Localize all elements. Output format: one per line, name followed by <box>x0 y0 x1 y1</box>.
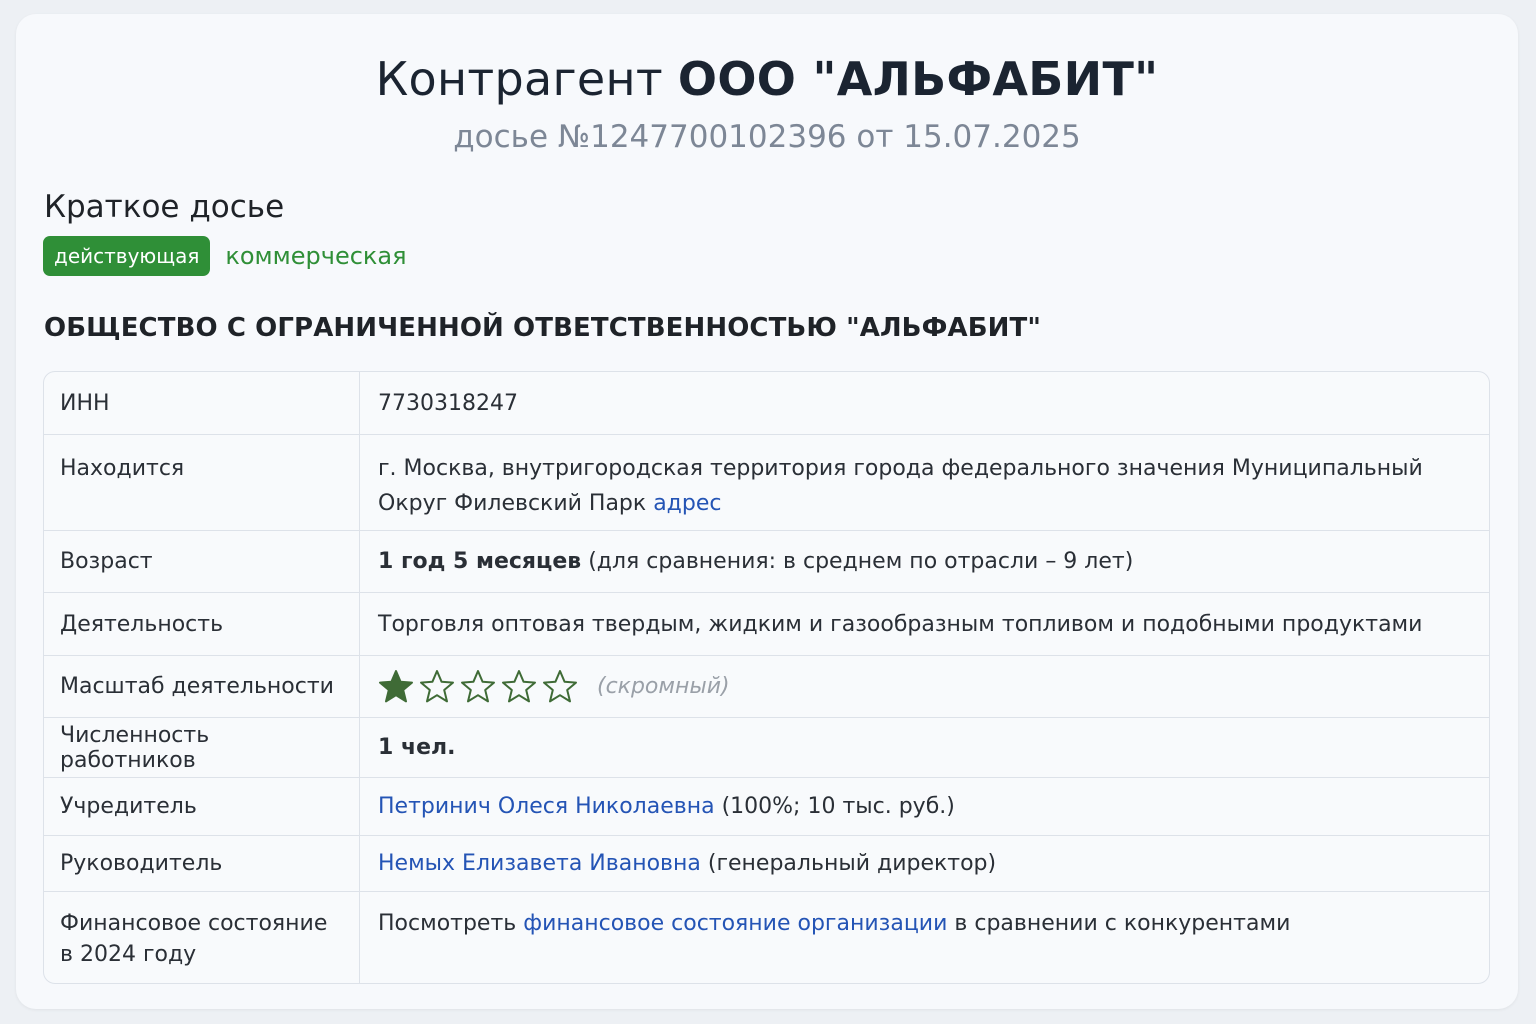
scale-note: (скромный) <box>597 674 730 699</box>
title-prefix: Контрагент <box>375 52 663 106</box>
table-row-founder: Учредитель Петринич Олеся Николаевна (10… <box>44 777 1489 835</box>
section-title: Краткое досье <box>44 189 285 225</box>
age-value: 1 год 5 месяцев (для сравнения: в средне… <box>360 531 1489 592</box>
table-row-staff: Численность работников 1 чел. <box>44 717 1489 777</box>
staff-value: 1 чел. <box>378 735 456 760</box>
page-title: Контрагент ООО "АЛЬФАБИТ" <box>16 50 1518 108</box>
address-link[interactable]: адрес <box>653 491 721 516</box>
location-label: Находится <box>44 435 360 530</box>
info-table: ИНН 7730318247 Находится г. Москва, внут… <box>43 371 1490 984</box>
location-value: г. Москва, внутригородская территория го… <box>360 435 1489 530</box>
age-label: Возраст <box>44 531 360 592</box>
founder-value: Петринич Олеся Николаевна (100%; 10 тыс.… <box>360 778 1489 835</box>
table-row-inn: ИНН 7730318247 <box>44 372 1489 434</box>
staff-label: Численность работников <box>44 718 360 777</box>
head-value: Немых Елизавета Ивановна (генеральный ди… <box>360 836 1489 891</box>
head-link[interactable]: Немых Елизавета Ивановна <box>378 851 701 876</box>
scale-label: Масштаб деятельности <box>44 656 360 717</box>
founder-label: Учредитель <box>44 778 360 835</box>
table-row-head: Руководитель Немых Елизавета Ивановна (г… <box>44 835 1489 891</box>
inn-value: 7730318247 <box>378 390 518 416</box>
company-short-name: ООО "АЛЬФАБИТ" <box>677 52 1159 106</box>
finance-value: Посмотреть финансовое состояние организа… <box>360 892 1489 983</box>
type-label: коммерческая <box>225 242 407 270</box>
star-empty-icon <box>502 669 536 702</box>
founder-note: (100%; 10 тыс. руб.) <box>721 794 955 819</box>
activity-value: Торговля оптовая твердым, жидким и газоо… <box>378 611 1423 637</box>
age-note: (для сравнения: в среднем по отрасли – 9… <box>588 549 1134 574</box>
table-row-location: Находится г. Москва, внутригородская тер… <box>44 434 1489 530</box>
head-label: Руководитель <box>44 836 360 891</box>
table-row-age: Возраст 1 год 5 месяцев (для сравнения: … <box>44 530 1489 592</box>
inn-label: ИНН <box>44 372 360 434</box>
status-badges: действующая коммерческая <box>43 236 407 276</box>
head-note: (генеральный директор) <box>707 851 997 876</box>
age-text: 1 год 5 месяцев <box>378 549 582 574</box>
company-full-name: ОБЩЕСТВО С ОГРАНИЧЕННОЙ ОТВЕТСТВЕННОСТЬЮ… <box>44 313 1041 343</box>
star-empty-icon <box>543 669 577 702</box>
location-text: г. Москва, внутригородская территория го… <box>378 456 1423 516</box>
star-empty-icon <box>461 669 495 702</box>
finance-suffix: в сравнении с конкурентами <box>954 911 1291 936</box>
table-row-scale: Масштаб деятельности (скромный) <box>44 655 1489 717</box>
founder-link[interactable]: Петринич Олеся Николаевна <box>378 794 715 819</box>
status-badge: действующая <box>43 236 211 276</box>
table-row-finance: Финансовое состояние в 2024 году Посмотр… <box>44 891 1489 983</box>
scale-rating <box>378 669 583 705</box>
finance-prefix: Посмотреть <box>378 911 517 936</box>
star-empty-icon <box>420 669 454 702</box>
table-row-activity: Деятельность Торговля оптовая твердым, ж… <box>44 592 1489 655</box>
finance-link[interactable]: финансовое состояние организации <box>523 911 947 936</box>
finance-label: Финансовое состояние в 2024 году <box>44 892 360 983</box>
scale-value: (скромный) <box>360 656 1489 717</box>
dossier-card: Контрагент ООО "АЛЬФАБИТ" досье №1247700… <box>16 14 1518 1009</box>
star-filled-icon <box>379 669 413 702</box>
dossier-number: досье №1247700102396 от 15.07.2025 <box>453 119 1081 155</box>
activity-label: Деятельность <box>44 593 360 655</box>
